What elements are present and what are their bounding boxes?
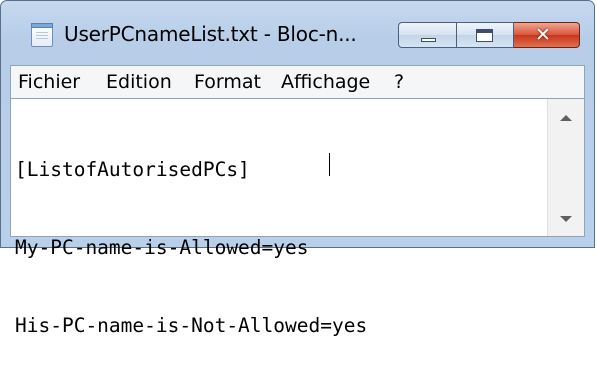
notepad-window: UserPCnameList.txt - Bloc-n... ✕ Fichier… xyxy=(0,0,595,337)
menu-format[interactable]: Format xyxy=(194,71,261,93)
close-button[interactable]: ✕ xyxy=(514,22,580,48)
menu-affichage[interactable]: Affichage xyxy=(281,71,370,93)
minimize-button[interactable] xyxy=(398,22,457,48)
vertical-scrollbar[interactable] xyxy=(547,99,584,236)
text-caret xyxy=(329,153,330,176)
scroll-down-arrow-icon[interactable] xyxy=(560,216,572,222)
editor-line: [ListofAutorisedPCs] xyxy=(15,158,250,181)
maximize-icon xyxy=(476,29,493,42)
menu-bar: Fichier Edition Format Affichage ? xyxy=(10,65,585,98)
scroll-up-arrow-icon[interactable] xyxy=(560,115,572,121)
menu-help[interactable]: ? xyxy=(394,71,404,93)
notepad-icon[interactable] xyxy=(31,23,53,47)
title-bar[interactable]: UserPCnameList.txt - Bloc-n... ✕ xyxy=(1,1,594,59)
close-icon: ✕ xyxy=(535,24,551,46)
menu-edition[interactable]: Edition xyxy=(106,71,172,93)
editor-content[interactable]: [ListofAutorisedPCs] My-PC-name-is-Allow… xyxy=(15,105,544,391)
editor-line: My-PC-name-is-Allowed=yes xyxy=(15,236,309,259)
maximize-button[interactable] xyxy=(457,22,514,48)
minimize-icon xyxy=(421,38,436,42)
menu-fichier[interactable]: Fichier xyxy=(18,71,80,93)
window-title: UserPCnameList.txt - Bloc-n... xyxy=(64,22,357,46)
text-editor[interactable]: [ListofAutorisedPCs] My-PC-name-is-Allow… xyxy=(10,98,585,337)
editor-line: His-PC-name-is-Not-Allowed=yes xyxy=(15,314,368,337)
